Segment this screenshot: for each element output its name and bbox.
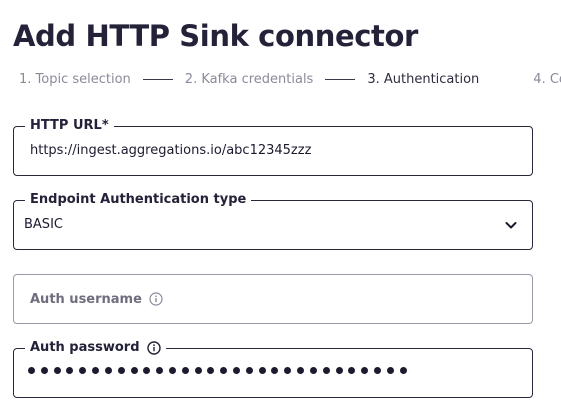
password-dot — [386, 367, 394, 374]
step-authentication[interactable]: 3. Authentication — [367, 72, 479, 87]
password-dot — [40, 367, 48, 374]
auth-password-label: Auth password — [30, 340, 140, 355]
password-dot — [297, 367, 305, 374]
http-url-value[interactable]: https://ingest.aggregations.io/abc12345z… — [30, 127, 311, 175]
http-url-field[interactable]: HTTP URL* https://ingest.aggregations.io… — [13, 117, 533, 176]
auth-type-value[interactable]: BASIC — [24, 201, 63, 249]
auth-username-placeholder: Auth username — [30, 291, 142, 307]
auth-username-field[interactable]: Auth username — [13, 274, 533, 324]
chevron-down-icon[interactable] — [504, 218, 518, 232]
auth-password-field[interactable]: Auth password — [13, 339, 533, 398]
password-dot — [309, 367, 317, 374]
password-dot — [399, 367, 407, 374]
password-dot — [284, 367, 292, 374]
password-dot — [233, 367, 240, 374]
add-http-sink-connector-page: Add HTTP Sink connector 1. Topic selecti… — [0, 0, 561, 409]
password-dot — [28, 367, 35, 374]
password-dot — [66, 367, 74, 374]
step-divider — [325, 79, 356, 80]
password-dot — [181, 367, 189, 374]
password-mask[interactable] — [28, 367, 407, 374]
password-dot — [79, 367, 87, 374]
auth-password-label-wrap: Auth password — [25, 339, 166, 357]
step-kafka-credentials[interactable]: 2. Kafka credentials — [185, 72, 314, 87]
info-circle-icon[interactable] — [146, 341, 161, 355]
step-spacer — [491, 79, 521, 80]
password-dot — [271, 367, 279, 374]
password-dot — [143, 367, 151, 374]
info-circle-icon[interactable] — [149, 292, 163, 306]
password-dot — [348, 367, 356, 374]
password-dot — [53, 367, 61, 374]
password-dot — [156, 367, 164, 374]
auth-username-placeholder-wrap: Auth username — [30, 275, 163, 323]
password-dot — [207, 367, 215, 374]
password-dot — [373, 367, 381, 374]
page-title: Add HTTP Sink connector — [13, 19, 418, 53]
password-dot — [322, 367, 330, 374]
password-dot — [245, 367, 253, 374]
password-dot — [168, 367, 176, 374]
password-dot — [104, 367, 112, 374]
password-dot — [335, 367, 343, 374]
password-dot — [117, 367, 125, 374]
password-dot — [130, 367, 138, 374]
password-dot — [220, 367, 228, 374]
step-topic-selection[interactable]: 1. Topic selection — [19, 72, 131, 87]
wizard-stepper: 1. Topic selection 2. Kafka credentials … — [19, 72, 561, 87]
password-dot — [194, 367, 202, 374]
password-dot — [361, 367, 369, 374]
auth-type-select[interactable]: Endpoint Authentication type BASIC — [13, 191, 533, 250]
password-dot — [92, 367, 100, 374]
step-configuration[interactable]: 4. Configuration — [533, 72, 561, 87]
password-dot — [258, 367, 266, 374]
step-divider — [142, 79, 173, 80]
